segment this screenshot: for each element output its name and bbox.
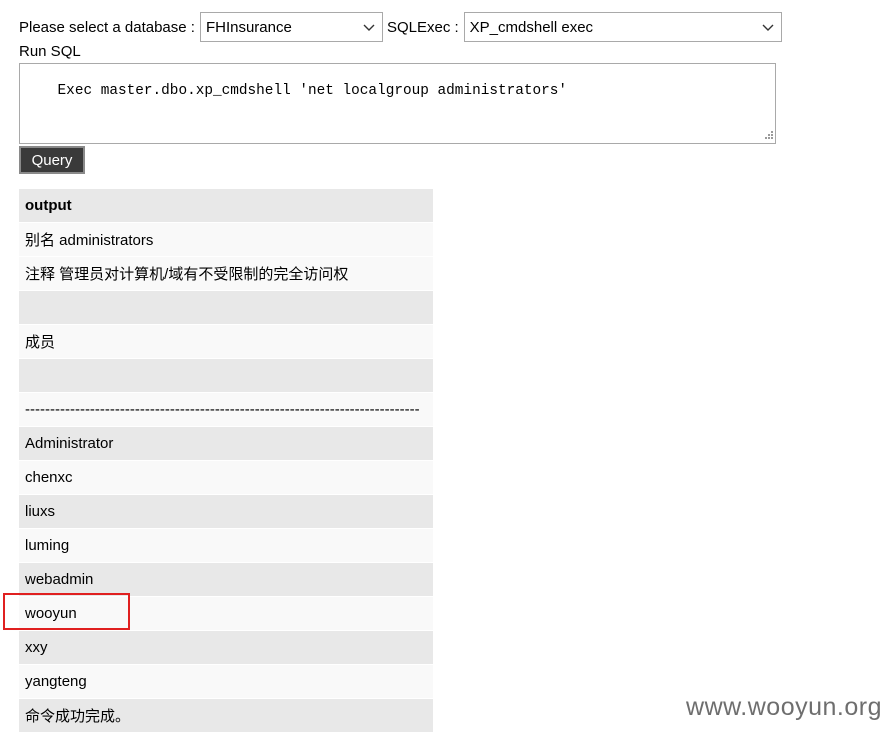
table-row: webadmin [19,562,433,597]
resize-grip-icon[interactable] [763,131,773,141]
table-cell: liuxs [19,494,433,529]
highlight-annotation-box [3,593,130,630]
chevron-down-icon [762,24,774,31]
page: Please select a database : FHInsurance S… [0,0,891,737]
table-cell: 注释 管理员对计算机/域有不受限制的完全访问权 [19,256,433,291]
table-row: 命令成功完成。 [19,698,433,733]
table-cell: yangteng [19,664,433,699]
database-select-value: FHInsurance [205,18,292,36]
selector-row: Please select a database : FHInsurance S… [19,12,786,42]
table-row: yangteng [19,664,433,699]
sqlexec-label: SQLExec : [386,18,459,36]
sqlexec-select[interactable]: XP_cmdshell exec [463,12,782,42]
table-row: 成员 [19,324,433,359]
table-cell [19,358,433,393]
table-row: liuxs [19,494,433,529]
table-cell: 别名 administrators [19,222,433,257]
database-label: Please select a database : [19,18,195,36]
output-header-row: output [19,189,433,223]
table-row: 别名 administrators [19,222,433,257]
watermark: www.wooyun.org [686,693,882,721]
table-cell [19,290,433,325]
table-cell: ----------------------------------------… [19,392,433,427]
table-row: xxy [19,630,433,665]
table-row: chenxc [19,460,433,495]
table-row [19,358,433,393]
database-select[interactable]: FHInsurance [199,12,383,42]
table-cell: webadmin [19,562,433,597]
table-cell: chenxc [19,460,433,495]
query-button[interactable]: Query [19,146,85,174]
table-row: Administrator [19,426,433,461]
table-row: ----------------------------------------… [19,392,433,427]
chevron-down-icon [363,24,375,31]
run-sql-label: Run SQL [19,43,81,60]
table-cell: 成员 [19,324,433,359]
table-cell: 命令成功完成。 [19,698,433,733]
table-cell: Administrator [19,426,433,461]
table-cell: luming [19,528,433,563]
sql-textarea[interactable]: Exec master.dbo.xp_cmdshell 'net localgr… [19,63,776,144]
table-cell: xxy [19,630,433,665]
table-row: 注释 管理员对计算机/域有不受限制的完全访问权 [19,256,433,291]
table-row: luming [19,528,433,563]
output-header: output [19,189,433,223]
sqlexec-select-value: XP_cmdshell exec [469,18,594,36]
table-row [19,290,433,325]
sql-text: Exec master.dbo.xp_cmdshell 'net localgr… [57,83,568,99]
output-table: output 别名 administrators 注释 管理员对计算机/域有不受… [19,189,433,733]
